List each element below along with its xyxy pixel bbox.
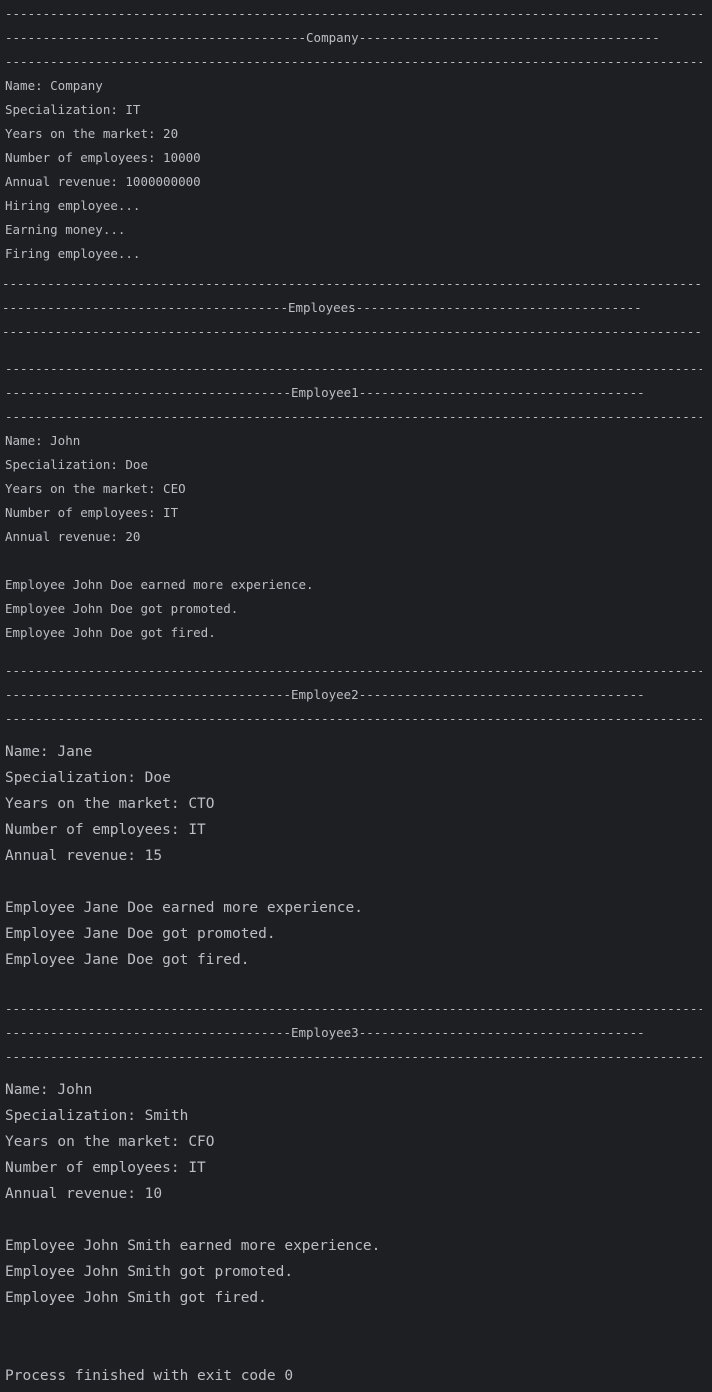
employee1-name-line: Name: John <box>5 433 81 448</box>
company-action-line: Earning money... <box>5 222 126 237</box>
employee1-years-line: Years on the market: CEO <box>5 481 186 496</box>
employee3-action-line: Employee John Smith got fired. <box>5 1290 267 1306</box>
employee3-action-line: Employee John Smith earned more experien… <box>5 1238 381 1254</box>
employee1-action-line: Employee John Doe earned more experience… <box>5 577 314 592</box>
company-years-line: Years on the market: 20 <box>5 126 179 141</box>
employee3-employees-line: Number of employees: IT <box>5 1160 206 1176</box>
separator-line: ----------------------------------------… <box>5 361 702 376</box>
company-revenue-line: Annual revenue: 1000000000 <box>5 174 201 189</box>
employee3-years-line: Years on the market: CFO <box>5 1134 215 1150</box>
employee2-specialization-line: Specialization: Doe <box>5 770 171 786</box>
employee2-employees-line: Number of employees: IT <box>5 822 206 838</box>
employee1-specialization-line: Specialization: Doe <box>5 457 148 472</box>
separator-line: ----------------------------------------… <box>5 1049 702 1064</box>
company-name-line: Name: Company <box>5 78 103 93</box>
separator-line: ----------------------------------------… <box>2 324 702 339</box>
employee1-revenue-line: Annual revenue: 20 <box>5 529 141 544</box>
employee3-action-line: Employee John Smith got promoted. <box>5 1264 294 1280</box>
employee2-revenue-line: Annual revenue: 15 <box>5 848 163 864</box>
employee3-specialization-line: Specialization: Smith <box>5 1108 189 1124</box>
company-employees-line: Number of employees: 10000 <box>5 150 201 165</box>
employee2-action-line: Employee Jane Doe got promoted. <box>5 926 276 942</box>
employee1-header: --------------------------------------Em… <box>5 385 645 400</box>
separator-line: ----------------------------------------… <box>5 6 702 21</box>
employee2-action-line: Employee Jane Doe got fired. <box>5 952 250 968</box>
employee1-action-line: Employee John Doe got promoted. <box>5 601 239 616</box>
company-header: ----------------------------------------… <box>5 30 660 45</box>
employee3-revenue-line: Annual revenue: 10 <box>5 1186 163 1202</box>
employee2-name-line: Name: Jane <box>5 744 93 760</box>
company-specialization-line: Specialization: IT <box>5 102 141 117</box>
employee2-years-line: Years on the market: CTO <box>5 796 215 812</box>
exit-message: Process finished with exit code 0 <box>5 1368 294 1384</box>
company-action-line: Firing employee... <box>5 246 141 261</box>
employee1-employees-line: Number of employees: IT <box>5 505 179 520</box>
separator-line: ----------------------------------------… <box>5 1001 702 1016</box>
separator-line: ----------------------------------------… <box>5 663 702 678</box>
employee3-name-line: Name: John <box>5 1082 93 1098</box>
employee2-action-line: Employee Jane Doe earned more experience… <box>5 900 363 916</box>
separator-line: ----------------------------------------… <box>2 276 702 291</box>
employees-header: --------------------------------------Em… <box>2 300 642 315</box>
employee2-header: --------------------------------------Em… <box>5 687 645 702</box>
employee1-action-line: Employee John Doe got fired. <box>5 625 216 640</box>
employee3-header: --------------------------------------Em… <box>5 1025 645 1040</box>
separator-line: ----------------------------------------… <box>5 711 702 726</box>
company-action-line: Hiring employee... <box>5 198 141 213</box>
separator-line: ----------------------------------------… <box>5 54 702 69</box>
separator-line: ----------------------------------------… <box>5 409 702 424</box>
